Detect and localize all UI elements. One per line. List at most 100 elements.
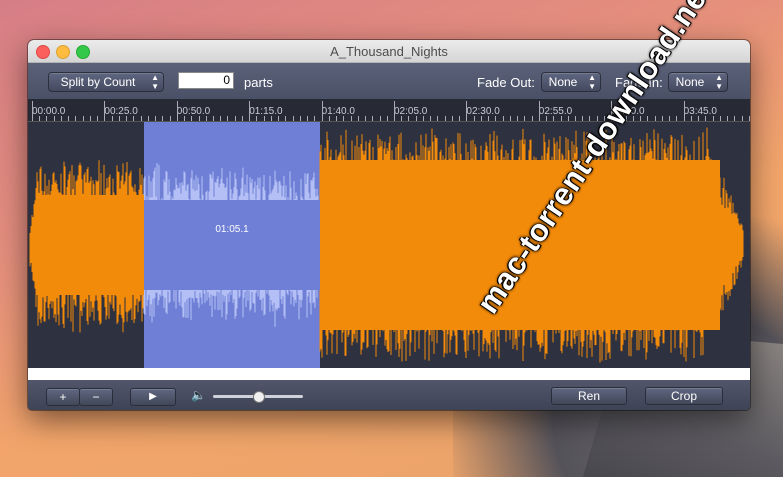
timeline-tick	[698, 116, 700, 121]
fade-in-value: None	[675, 75, 705, 89]
timeline-tick	[60, 116, 62, 121]
timeline-tick	[205, 116, 207, 121]
timeline-tick	[270, 116, 272, 121]
timeline-tick	[734, 116, 736, 121]
timeline-tick	[32, 101, 33, 121]
timeline-tick	[365, 116, 367, 121]
timeline-tick	[567, 116, 569, 121]
timeline-tick	[39, 116, 41, 121]
volume-icon: 🔈	[191, 388, 206, 402]
fade-out-value: None	[548, 75, 578, 89]
timeline-tick	[401, 116, 403, 121]
waveform-svg[interactable]: 01:05.1	[28, 122, 750, 368]
timeline-tick	[198, 116, 200, 121]
timeline-tick	[314, 116, 316, 121]
bottom-bar: + − ▶ 🔈 Ren Crop	[28, 380, 750, 410]
timeline-tick	[437, 116, 439, 121]
timeline-tick	[111, 116, 113, 121]
timeline-tick	[263, 116, 265, 121]
timeline-tick	[241, 116, 243, 121]
timeline-tick	[488, 116, 490, 121]
play-button[interactable]: ▶	[130, 388, 176, 406]
timeline-tick	[299, 116, 301, 121]
timeline-tick	[379, 116, 381, 121]
timeline-tick	[741, 116, 743, 121]
timeline-tick	[256, 116, 258, 121]
fade-out-popup[interactable]: None ▲ ▼	[541, 72, 601, 92]
timeline-tick	[75, 116, 77, 121]
fade-in-popup[interactable]: None ▲ ▼	[668, 72, 728, 92]
timeline-tick	[307, 116, 309, 121]
timeline-tick	[719, 116, 721, 121]
timeline-tick	[285, 116, 287, 121]
timeline-tick	[234, 116, 236, 121]
timeline-tick	[133, 116, 135, 121]
timeline-tick	[444, 116, 446, 121]
timeline-tick	[538, 101, 540, 121]
timeline-tick	[705, 116, 707, 121]
timeline-tick	[191, 116, 193, 121]
timeline-tick	[46, 116, 48, 121]
split-mode-popup[interactable]: Split by Count ▲ ▼	[48, 72, 164, 92]
timeline-tick	[517, 116, 519, 121]
scroll-strip[interactable]	[28, 368, 750, 380]
timeline-tick	[220, 116, 222, 121]
zoom-in-button[interactable]: +	[46, 388, 80, 406]
parts-label: parts	[244, 75, 273, 90]
timeline-tick	[669, 116, 671, 121]
timeline-tick	[575, 116, 576, 121]
crop-button[interactable]: Crop	[645, 387, 723, 405]
selection-duration-label: 01:05.1	[215, 224, 249, 235]
rename-button[interactable]: Ren	[551, 387, 627, 405]
timeline-tick	[249, 101, 251, 121]
timeline-tick	[582, 116, 584, 121]
timeline-tick	[328, 116, 330, 121]
timeline-tick	[415, 116, 417, 121]
timeline-tick	[459, 116, 461, 121]
timeline-tick	[473, 116, 475, 121]
waveform-area[interactable]: 01:05.1	[28, 122, 750, 368]
timeline-tick	[321, 101, 323, 121]
timeline-tick	[213, 116, 214, 121]
split-mode-label: Split by Count	[60, 75, 136, 89]
zoom-out-button[interactable]: −	[79, 388, 113, 406]
timeline-tick	[676, 116, 678, 121]
timeline-tick	[553, 116, 555, 121]
timeline-tick	[372, 116, 374, 121]
timeline-tick	[155, 116, 157, 121]
timeline-tick	[727, 116, 729, 121]
timeline-tick	[292, 116, 294, 121]
timeline-tick	[690, 116, 692, 121]
updown-arrows-icon: ▲ ▼	[715, 73, 723, 91]
timeline-tick	[147, 116, 149, 121]
timeline-tick	[640, 116, 642, 121]
timeline-tick	[748, 116, 750, 121]
timeline-tick	[502, 116, 504, 121]
timeline-tick	[126, 116, 128, 121]
timeline-tick	[184, 116, 186, 121]
timeline-tick	[466, 101, 468, 121]
count-input[interactable]: 0	[178, 72, 234, 89]
volume-slider-knob[interactable]	[253, 391, 265, 403]
timeline-tick	[661, 116, 663, 121]
timeline-tick	[451, 116, 453, 121]
timeline-tick	[176, 101, 178, 121]
timeline-tick	[162, 116, 164, 121]
timeline-tick	[53, 116, 55, 121]
timeline-tick	[140, 116, 142, 121]
timeline-tick	[104, 101, 106, 121]
timeline-tick	[97, 116, 99, 121]
fade-out-label: Fade Out:	[477, 75, 535, 90]
timeline-tick	[336, 116, 338, 121]
timeline-tick	[89, 116, 91, 121]
timeline-tick	[531, 116, 533, 121]
timeline-tick	[394, 101, 395, 121]
updown-arrows-icon: ▲ ▼	[151, 73, 159, 91]
timeline-tick	[430, 116, 432, 121]
timeline-tick	[68, 116, 70, 121]
timeline-tick	[343, 116, 345, 121]
timeline-tick	[227, 116, 229, 121]
timeline-tick	[546, 116, 548, 121]
volume-slider[interactable]	[213, 391, 303, 403]
timeline-tick	[683, 101, 685, 121]
